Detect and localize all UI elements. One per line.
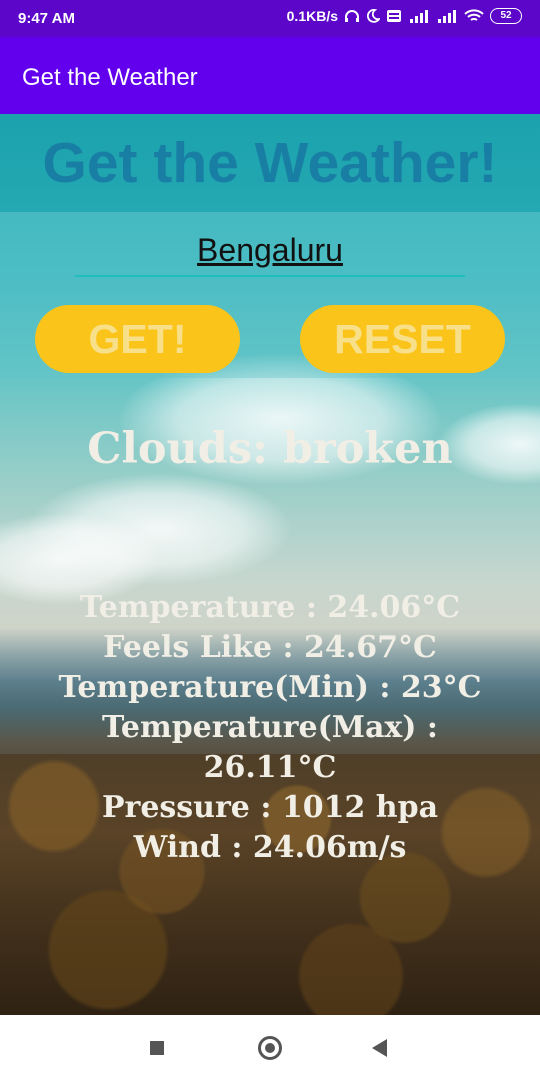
app-screen: 9:47 AM 0.1KB/s 52 Get the Weather Get t… bbox=[0, 0, 540, 1080]
temp-min-text: Temperature(Min) : 23°C bbox=[58, 670, 482, 705]
status-time: 9:47 AM bbox=[18, 10, 75, 27]
wind-text: Wind : 24.06m/s bbox=[133, 830, 407, 865]
wifi-icon bbox=[464, 9, 484, 21]
headphones-icon bbox=[345, 10, 359, 22]
weather-details: Temperature : 24.06°C Feels Like : 24.67… bbox=[30, 588, 510, 868]
signal-icon bbox=[410, 10, 428, 23]
app-bar: Get the Weather bbox=[0, 37, 540, 114]
status-indicators: 0.1KB/s 52 bbox=[287, 8, 522, 24]
app-bar-title: Get the Weather bbox=[22, 64, 198, 91]
battery-icon: 52 bbox=[490, 8, 522, 24]
city-input[interactable] bbox=[75, 225, 465, 277]
reset-button[interactable]: RESET bbox=[300, 305, 505, 373]
network-speed: 0.1KB/s bbox=[286, 8, 338, 24]
get-button[interactable]: GET! bbox=[35, 305, 240, 373]
home-icon[interactable] bbox=[258, 1036, 282, 1060]
feels-like-text: Feels Like : 24.67°C bbox=[103, 630, 437, 665]
signal-icon bbox=[438, 10, 456, 23]
page-title: Get the Weather! bbox=[42, 131, 498, 195]
system-nav-bar bbox=[0, 1015, 540, 1080]
battery-level: 52 bbox=[500, 10, 512, 21]
temp-max-text: Temperature(Max) : 26.11°C bbox=[101, 710, 439, 785]
temperature-text: Temperature : 24.06°C bbox=[79, 590, 461, 625]
clouds-description: Clouds: broken bbox=[87, 424, 453, 474]
main-content: Get the Weather! GET! RESET Clouds: brok… bbox=[0, 114, 540, 1015]
status-bar: 9:47 AM 0.1KB/s 52 bbox=[0, 0, 540, 37]
title-band: Get the Weather! bbox=[0, 114, 540, 212]
volte-icon bbox=[387, 10, 401, 22]
back-icon[interactable] bbox=[372, 1039, 387, 1057]
recents-icon[interactable] bbox=[150, 1041, 164, 1055]
pressure-text: Pressure : 1012 hpa bbox=[101, 790, 439, 825]
moon-icon bbox=[366, 9, 380, 23]
